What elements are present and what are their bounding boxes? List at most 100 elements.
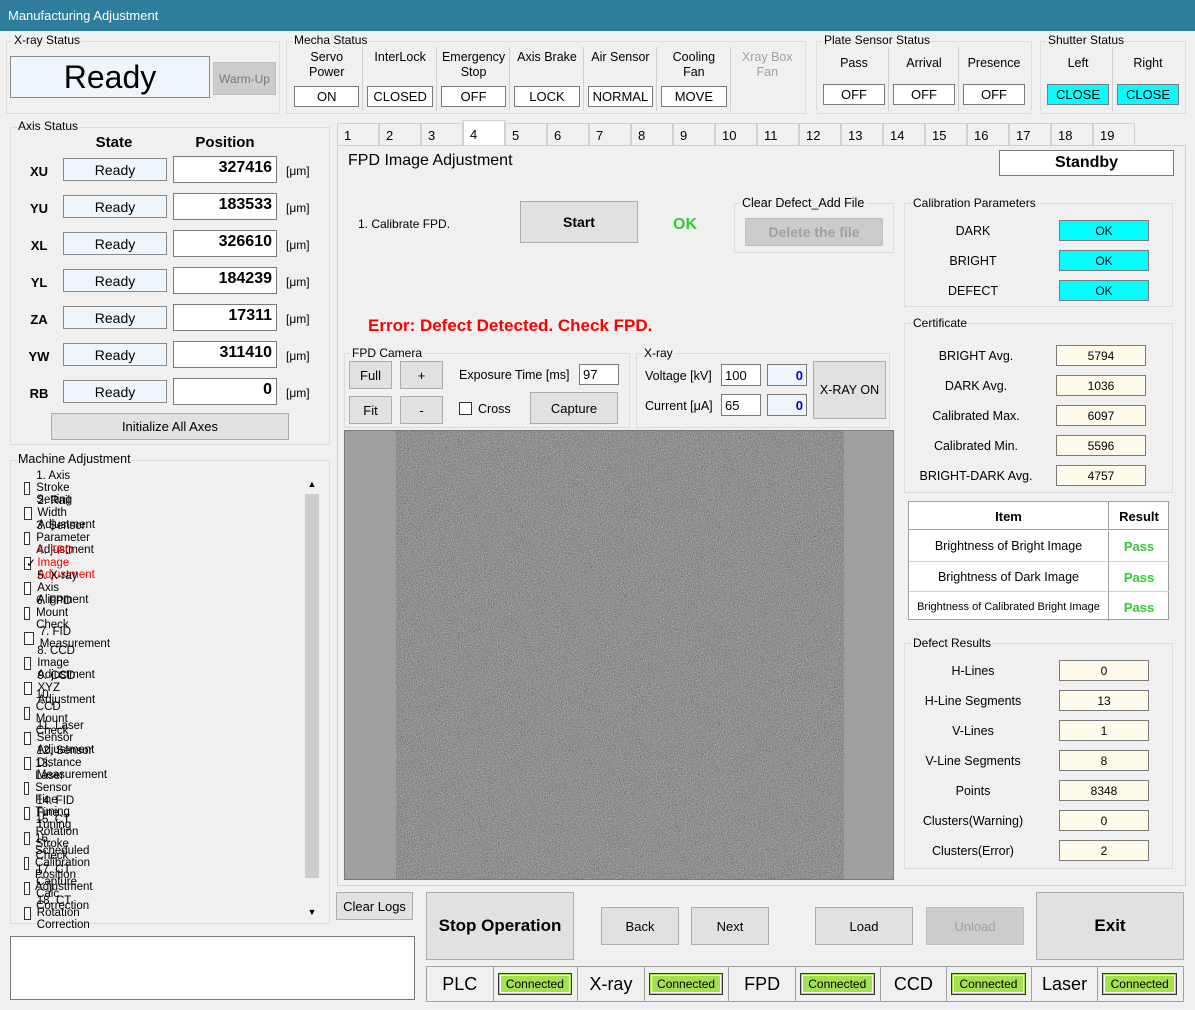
zoom-out-button[interactable]: -	[400, 396, 443, 424]
tab-16[interactable]: 16	[967, 123, 1009, 145]
scroll-up-icon[interactable]: ▲	[306, 478, 318, 490]
axis-position[interactable]: 0	[173, 378, 277, 405]
tab-13[interactable]: 13	[841, 123, 883, 145]
machine-item[interactable]: 17. CT Capture Calc Correction	[24, 864, 96, 912]
mecha-value: ON	[294, 86, 360, 107]
machine-item-checkbox[interactable]	[24, 506, 32, 520]
machine-item[interactable]: 3. Sensor Parameter Adjustment	[24, 520, 101, 556]
tab-14[interactable]: 14	[883, 123, 925, 145]
tab-7[interactable]: 7	[589, 123, 631, 145]
plate-name: Arrival	[906, 56, 942, 70]
machine-item-checkbox[interactable]	[24, 656, 32, 670]
tab-2[interactable]: 2	[379, 123, 421, 145]
machine-item-checkbox[interactable]	[24, 806, 31, 820]
axis-position[interactable]: 184239	[173, 267, 277, 294]
tab-15[interactable]: 15	[925, 123, 967, 145]
machine-item[interactable]: 18. CT Rotation Correction	[24, 895, 96, 931]
tab-3[interactable]: 3	[421, 123, 463, 145]
machine-item[interactable]: 7. FID Measurement	[24, 626, 113, 650]
capture-button[interactable]: Capture	[530, 392, 618, 424]
machine-item-checkbox[interactable]	[24, 781, 30, 795]
connection-status: Connected	[648, 973, 724, 995]
shutter-name: Right	[1133, 56, 1163, 70]
machine-item-checkbox[interactable]	[24, 581, 32, 595]
defect-value: 0	[1059, 660, 1149, 681]
machine-item[interactable]: 11. Laser Sensor Adjustment	[24, 720, 101, 756]
next-button[interactable]: Next	[691, 907, 769, 945]
tab-9[interactable]: 9	[673, 123, 715, 145]
machine-item-checkbox[interactable]	[24, 631, 34, 645]
machine-item-checkbox[interactable]	[24, 481, 31, 495]
machine-item[interactable]: 1. Axis Stroke Setting	[24, 470, 79, 506]
full-button[interactable]: Full	[349, 361, 392, 389]
fpd-noise-image	[396, 431, 844, 879]
machine-item-checkbox[interactable]	[24, 756, 31, 770]
scrollbar[interactable]: ▲ ▼	[304, 476, 320, 922]
tab-12[interactable]: 12	[799, 123, 841, 145]
tab-11[interactable]: 11	[757, 123, 799, 145]
warmup-button[interactable]: Warm-Up	[213, 62, 276, 95]
exit-button[interactable]: Exit	[1036, 892, 1184, 960]
machine-item-checkbox[interactable]	[24, 531, 31, 545]
start-button[interactable]: Start	[520, 201, 638, 243]
tab-17[interactable]: 17	[1009, 123, 1051, 145]
tab-10[interactable]: 10	[715, 123, 757, 145]
xray-on-button[interactable]: X-RAY ON	[813, 361, 886, 419]
fit-button[interactable]: Fit	[349, 396, 392, 424]
machine-item[interactable]: 10. CCD Mount Check	[24, 689, 76, 737]
machine-item-checkbox[interactable]	[24, 681, 32, 695]
exposure-input[interactable]: 97	[579, 364, 619, 385]
machine-item[interactable]: 5. X-ray Axis Alignment	[24, 570, 94, 606]
mecha-value: OFF	[440, 86, 507, 107]
stop-operation-button[interactable]: Stop Operation	[426, 892, 574, 960]
machine-item[interactable]: 6. FPD Mount Check	[24, 595, 76, 631]
tab-18[interactable]: 18	[1051, 123, 1093, 145]
machine-item-checkbox[interactable]	[24, 606, 31, 620]
back-button[interactable]: Back	[601, 907, 679, 945]
tab-6[interactable]: 6	[547, 123, 589, 145]
machine-item[interactable]: 2. Rail Width Adjustment	[24, 495, 101, 531]
machine-item-checkbox[interactable]	[24, 881, 31, 895]
calibration-param-name: BRIGHT	[949, 254, 997, 268]
current-input[interactable]: 65	[721, 394, 761, 416]
mecha-cell: InterLock CLOSED	[363, 47, 437, 111]
delete-file-button[interactable]: Delete the file	[745, 218, 883, 246]
tab-19[interactable]: 19	[1093, 123, 1135, 145]
cross-checkbox[interactable]	[459, 402, 472, 415]
axis-position-header: Position	[195, 134, 255, 151]
machine-item-checkbox[interactable]	[24, 906, 31, 920]
machine-item[interactable]: 8. CCD Image Adjustment	[24, 645, 101, 681]
voltage-input[interactable]: 100	[721, 364, 761, 386]
clear-logs-button[interactable]: Clear Logs	[336, 892, 413, 920]
tab-8[interactable]: 8	[631, 123, 673, 145]
machine-item[interactable]: 13. Laser Sensor Fine Tuning	[24, 758, 79, 818]
current-label: Current [μA]	[645, 399, 713, 413]
initialize-axes-button[interactable]: Initialize All Axes	[51, 413, 289, 440]
axis-position[interactable]: 311410	[173, 341, 277, 368]
axis-position[interactable]: 326610	[173, 230, 277, 257]
load-button[interactable]: Load	[815, 907, 913, 945]
fpd-image-viewer[interactable]	[344, 430, 894, 880]
machine-item-checkbox[interactable]	[24, 831, 30, 845]
axis-state: Ready	[63, 269, 167, 292]
machine-item[interactable]: ✓ 4. FPD Image Adjustment	[24, 545, 101, 581]
scroll-down-icon[interactable]: ▼	[306, 906, 318, 918]
zoom-in-button[interactable]: +	[400, 361, 443, 389]
log-textarea[interactable]	[10, 936, 415, 1000]
axis-name: XL	[30, 238, 48, 253]
machine-item-checkbox[interactable]	[24, 706, 30, 720]
tab-4[interactable]: 4	[463, 120, 505, 146]
tab-1[interactable]: 1	[337, 123, 379, 145]
axis-position[interactable]: 327416	[173, 156, 277, 183]
machine-item-checkbox[interactable]	[24, 856, 30, 870]
plate-cell: Presence OFF	[959, 47, 1029, 111]
defect-value: 8	[1059, 750, 1149, 771]
machine-item-checkbox[interactable]: ✓	[24, 556, 36, 570]
axis-position[interactable]: 183533	[173, 193, 277, 220]
scroll-thumb[interactable]	[305, 494, 319, 878]
tab-5[interactable]: 5	[505, 123, 547, 145]
machine-item-checkbox[interactable]	[24, 731, 31, 745]
axis-status-label: Axis Status	[17, 119, 80, 133]
axis-position[interactable]: 17311	[173, 304, 277, 331]
unload-button[interactable]: Unload	[926, 907, 1024, 945]
